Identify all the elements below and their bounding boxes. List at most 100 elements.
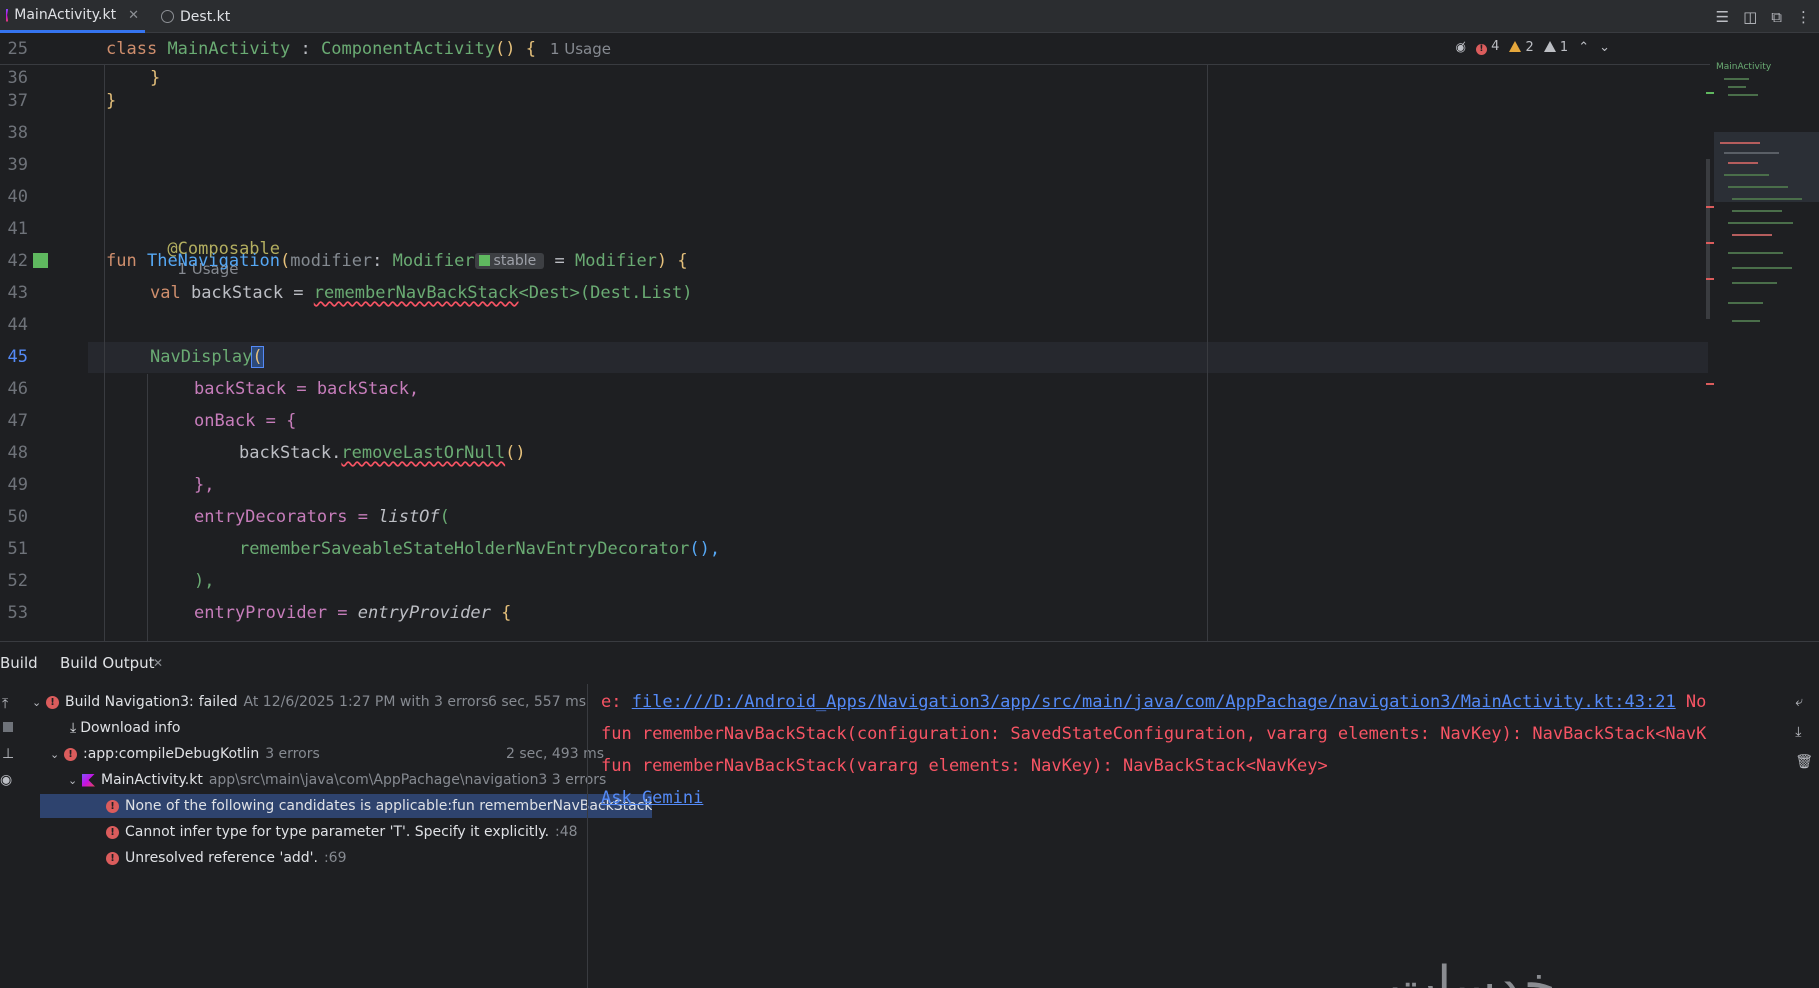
kotlin-object-icon bbox=[161, 10, 174, 23]
tree-label: None of the following candidates is appl… bbox=[125, 798, 652, 814]
code-token: : bbox=[372, 251, 393, 271]
error-stripe-marker[interactable] bbox=[1706, 242, 1714, 244]
code-token: backStack. bbox=[239, 443, 342, 463]
build-tabs: Build Build Output ✕ bbox=[0, 642, 1819, 684]
function-call: NavDisplay bbox=[150, 347, 253, 367]
warning-count-value: 2 bbox=[1525, 39, 1534, 55]
warning-icon bbox=[1509, 40, 1522, 52]
tree-label: Unresolved reference 'add'. bbox=[125, 850, 318, 866]
weak-warning-count[interactable]: 1 bbox=[1543, 40, 1568, 55]
chevron-down-icon[interactable]: ⌄ bbox=[50, 748, 64, 761]
code-line: } bbox=[150, 68, 161, 88]
kotlin-file-icon bbox=[82, 773, 95, 787]
tree-label: MainActivity.kt bbox=[101, 772, 203, 788]
code-token: entryDecorators = bbox=[194, 507, 379, 527]
tool-window-title[interactable]: Build bbox=[0, 654, 38, 672]
chevron-up-icon[interactable]: ⌃ bbox=[1578, 40, 1589, 55]
code-line: backStack.removeLastOrNull() bbox=[239, 443, 526, 463]
stop-icon[interactable] bbox=[3, 722, 13, 732]
error-stripe-marker[interactable] bbox=[1706, 383, 1714, 385]
code-token: ( bbox=[439, 507, 450, 527]
file-link[interactable]: file:///D:/Android_Apps/Navigation3/app/… bbox=[632, 692, 1676, 712]
line-number: 25 bbox=[7, 39, 28, 59]
ask-gemini-link[interactable]: Ask Gemini bbox=[601, 788, 703, 808]
tab-dest[interactable]: Dest.kt bbox=[155, 0, 236, 33]
tab-label: Dest.kt bbox=[180, 8, 231, 25]
pin-up-icon[interactable]: ⤒ bbox=[2, 696, 8, 712]
code-line: rememberSaveableStateHolderNavEntryDecor… bbox=[239, 539, 720, 559]
tree-row-selected[interactable]: ! None of the following candidates is ap… bbox=[40, 794, 652, 818]
scrollbar-thumb[interactable] bbox=[1706, 159, 1710, 319]
code-editor[interactable]: 36 37 38 39 40 41 42 43 44 45 46 47 48 4… bbox=[0, 34, 1819, 641]
build-tree[interactable]: ⌄ ! Build Navigation3: failed At 12/6/20… bbox=[26, 684, 652, 988]
code-token: (), bbox=[689, 539, 721, 559]
keyword: class bbox=[106, 39, 158, 59]
type-name: Modifier bbox=[392, 251, 475, 271]
tree-row[interactable]: ! Cannot infer type for type parameter '… bbox=[26, 820, 666, 844]
editor-tab-bar: MainActivity.kt ✕ Dest.kt ☰ ◫ ⧉ ⋮ bbox=[0, 0, 1819, 33]
usage-hint[interactable]: 1 Usage bbox=[550, 40, 611, 58]
tree-row[interactable]: ⌄ MainActivity.kt app\src\main\java\com\… bbox=[26, 768, 628, 792]
code-token: backStack = bbox=[180, 283, 314, 303]
error-function-call[interactable]: removeLastOrNull bbox=[341, 443, 505, 463]
tree-row[interactable]: ⌄ ! :app:compileDebugKotlin 3 errors 2 s… bbox=[26, 742, 610, 766]
tree-detail: At 12/6/2025 1:27 PM with 3 errors bbox=[243, 694, 489, 710]
tree-time: 6 sec, 557 ms bbox=[488, 694, 586, 710]
error-function-call[interactable]: rememberNavBackStack bbox=[314, 283, 519, 303]
inspection-widget[interactable]: ◉̸ ! 4 2 1 ⌃ ⌄ bbox=[1455, 39, 1610, 55]
keyword: fun bbox=[106, 251, 137, 271]
eye-icon[interactable]: ◉ bbox=[0, 772, 12, 788]
code-line: entryProvider = entryProvider { bbox=[194, 603, 511, 623]
preview-icon[interactable]: ⧉ bbox=[1771, 8, 1782, 26]
code-line: class MainActivity : ComponentActivity()… bbox=[106, 39, 611, 59]
tree-row[interactable]: ⤓ Download info bbox=[26, 716, 630, 740]
reader-mode-icon[interactable]: ◉̸ bbox=[1455, 40, 1465, 54]
tree-detail: 3 errors bbox=[265, 746, 320, 762]
code-token: () { bbox=[494, 39, 536, 59]
tab-mainactivity[interactable]: MainActivity.kt ✕ bbox=[0, 0, 145, 33]
chevron-down-icon[interactable]: ⌄ bbox=[68, 774, 82, 787]
kotlin-file-icon bbox=[6, 8, 9, 22]
code-area[interactable]: } } @Composable 1 Usage fun TheNavigatio… bbox=[0, 34, 1710, 641]
warning-count[interactable]: 2 bbox=[1509, 39, 1534, 55]
tab-build-output[interactable]: Build Output bbox=[60, 654, 155, 672]
output-toolbar: ⤶ ⤓ 🗑 bbox=[1795, 694, 1813, 770]
code-line: }, bbox=[194, 475, 215, 495]
change-stripe-marker[interactable] bbox=[1706, 92, 1714, 94]
pin-icon[interactable]: ⊥ bbox=[2, 746, 14, 762]
class-name: MainActivity bbox=[167, 39, 291, 59]
tree-label: Download info bbox=[80, 720, 181, 736]
close-icon[interactable]: ✕ bbox=[128, 8, 139, 23]
soft-wrap-icon[interactable]: ⤶ bbox=[1795, 694, 1813, 710]
code-token: { bbox=[490, 603, 512, 623]
code-token: ( bbox=[280, 251, 291, 271]
editor-toolbar: ☰ ◫ ⧉ ⋮ bbox=[1716, 0, 1811, 33]
split-view-icon[interactable]: ◫ bbox=[1743, 8, 1757, 26]
output-prefix: e: bbox=[601, 692, 632, 712]
code-token: ) { bbox=[656, 251, 688, 271]
chevron-down-icon[interactable]: ⌄ bbox=[1599, 40, 1610, 55]
build-output-console[interactable]: e: file:///D:/Android_Apps/Navigation3/a… bbox=[587, 684, 1788, 988]
error-stripe-marker[interactable] bbox=[1706, 278, 1714, 280]
sticky-class-header[interactable]: 25 class MainActivity : ComponentActivit… bbox=[0, 34, 1710, 65]
error-stripe-marker[interactable] bbox=[1706, 206, 1714, 208]
code-minimap[interactable]: MainActivity bbox=[1714, 62, 1819, 392]
chevron-down-icon[interactable]: ⌄ bbox=[32, 696, 46, 709]
function-name: TheNavigation bbox=[146, 251, 281, 271]
download-icon: ⤓ bbox=[70, 720, 77, 736]
build-side-toolbar: ⤒ ⊥ ◉ bbox=[0, 684, 24, 988]
tree-row[interactable]: ! Unresolved reference 'add'. :69 bbox=[26, 846, 666, 870]
output-suffix: No bbox=[1675, 692, 1707, 712]
scroll-to-end-icon[interactable]: ⤓ bbox=[1795, 724, 1813, 740]
menu-icon[interactable]: ☰ bbox=[1716, 8, 1729, 26]
close-icon[interactable]: ✕ bbox=[153, 656, 163, 670]
more-options-icon[interactable]: ⋮ bbox=[1796, 8, 1811, 26]
code-token: : bbox=[290, 39, 321, 59]
tree-row[interactable]: ⌄ ! Build Navigation3: failed At 12/6/20… bbox=[26, 690, 592, 714]
code-line: ), bbox=[194, 571, 215, 591]
type-argument: <Dest> bbox=[518, 283, 580, 303]
tree-detail: :48 bbox=[555, 824, 578, 840]
error-count[interactable]: ! 4 bbox=[1475, 39, 1499, 55]
code-line: onBack = { bbox=[194, 411, 297, 431]
trash-icon[interactable]: 🗑 bbox=[1795, 754, 1813, 770]
